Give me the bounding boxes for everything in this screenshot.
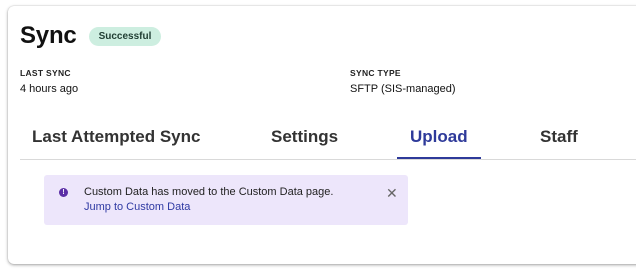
active-tab-indicator	[397, 157, 481, 159]
alert-message: Custom Data has moved to the Custom Data…	[84, 186, 334, 198]
tab-staff[interactable]: Staff	[540, 127, 578, 147]
tab-bar: Last Attempted Sync Settings Upload Staf…	[20, 123, 636, 160]
jump-to-custom-data-link[interactable]: Jump to Custom Data	[84, 201, 190, 213]
last-sync-info: LAST SYNC 4 hours ago	[20, 68, 78, 95]
sync-type-info: SYNC TYPE SFTP (SIS-managed)	[350, 68, 456, 95]
title-row: Sync Successful	[20, 22, 162, 50]
page-title: Sync	[20, 22, 77, 49]
sync-type-value: SFTP (SIS-managed)	[350, 83, 456, 95]
custom-data-alert: ! Custom Data has moved to the Custom Da…	[44, 175, 408, 225]
last-sync-value: 4 hours ago	[20, 83, 79, 95]
sync-type-label: SYNC TYPE	[350, 68, 401, 78]
last-sync-label: LAST SYNC	[20, 68, 71, 78]
tab-last-attempted-sync[interactable]: Last Attempted Sync	[32, 127, 200, 147]
status-badge: Successful	[88, 26, 162, 46]
page: Sync Successful LAST SYNC 4 hours ago SY…	[0, 0, 636, 280]
sync-card: Sync Successful LAST SYNC 4 hours ago SY…	[8, 6, 636, 264]
info-exclamation-icon: !	[59, 188, 68, 197]
tab-upload[interactable]: Upload	[410, 127, 468, 147]
close-icon[interactable]: ✕	[386, 186, 398, 200]
tab-settings[interactable]: Settings	[271, 127, 338, 147]
